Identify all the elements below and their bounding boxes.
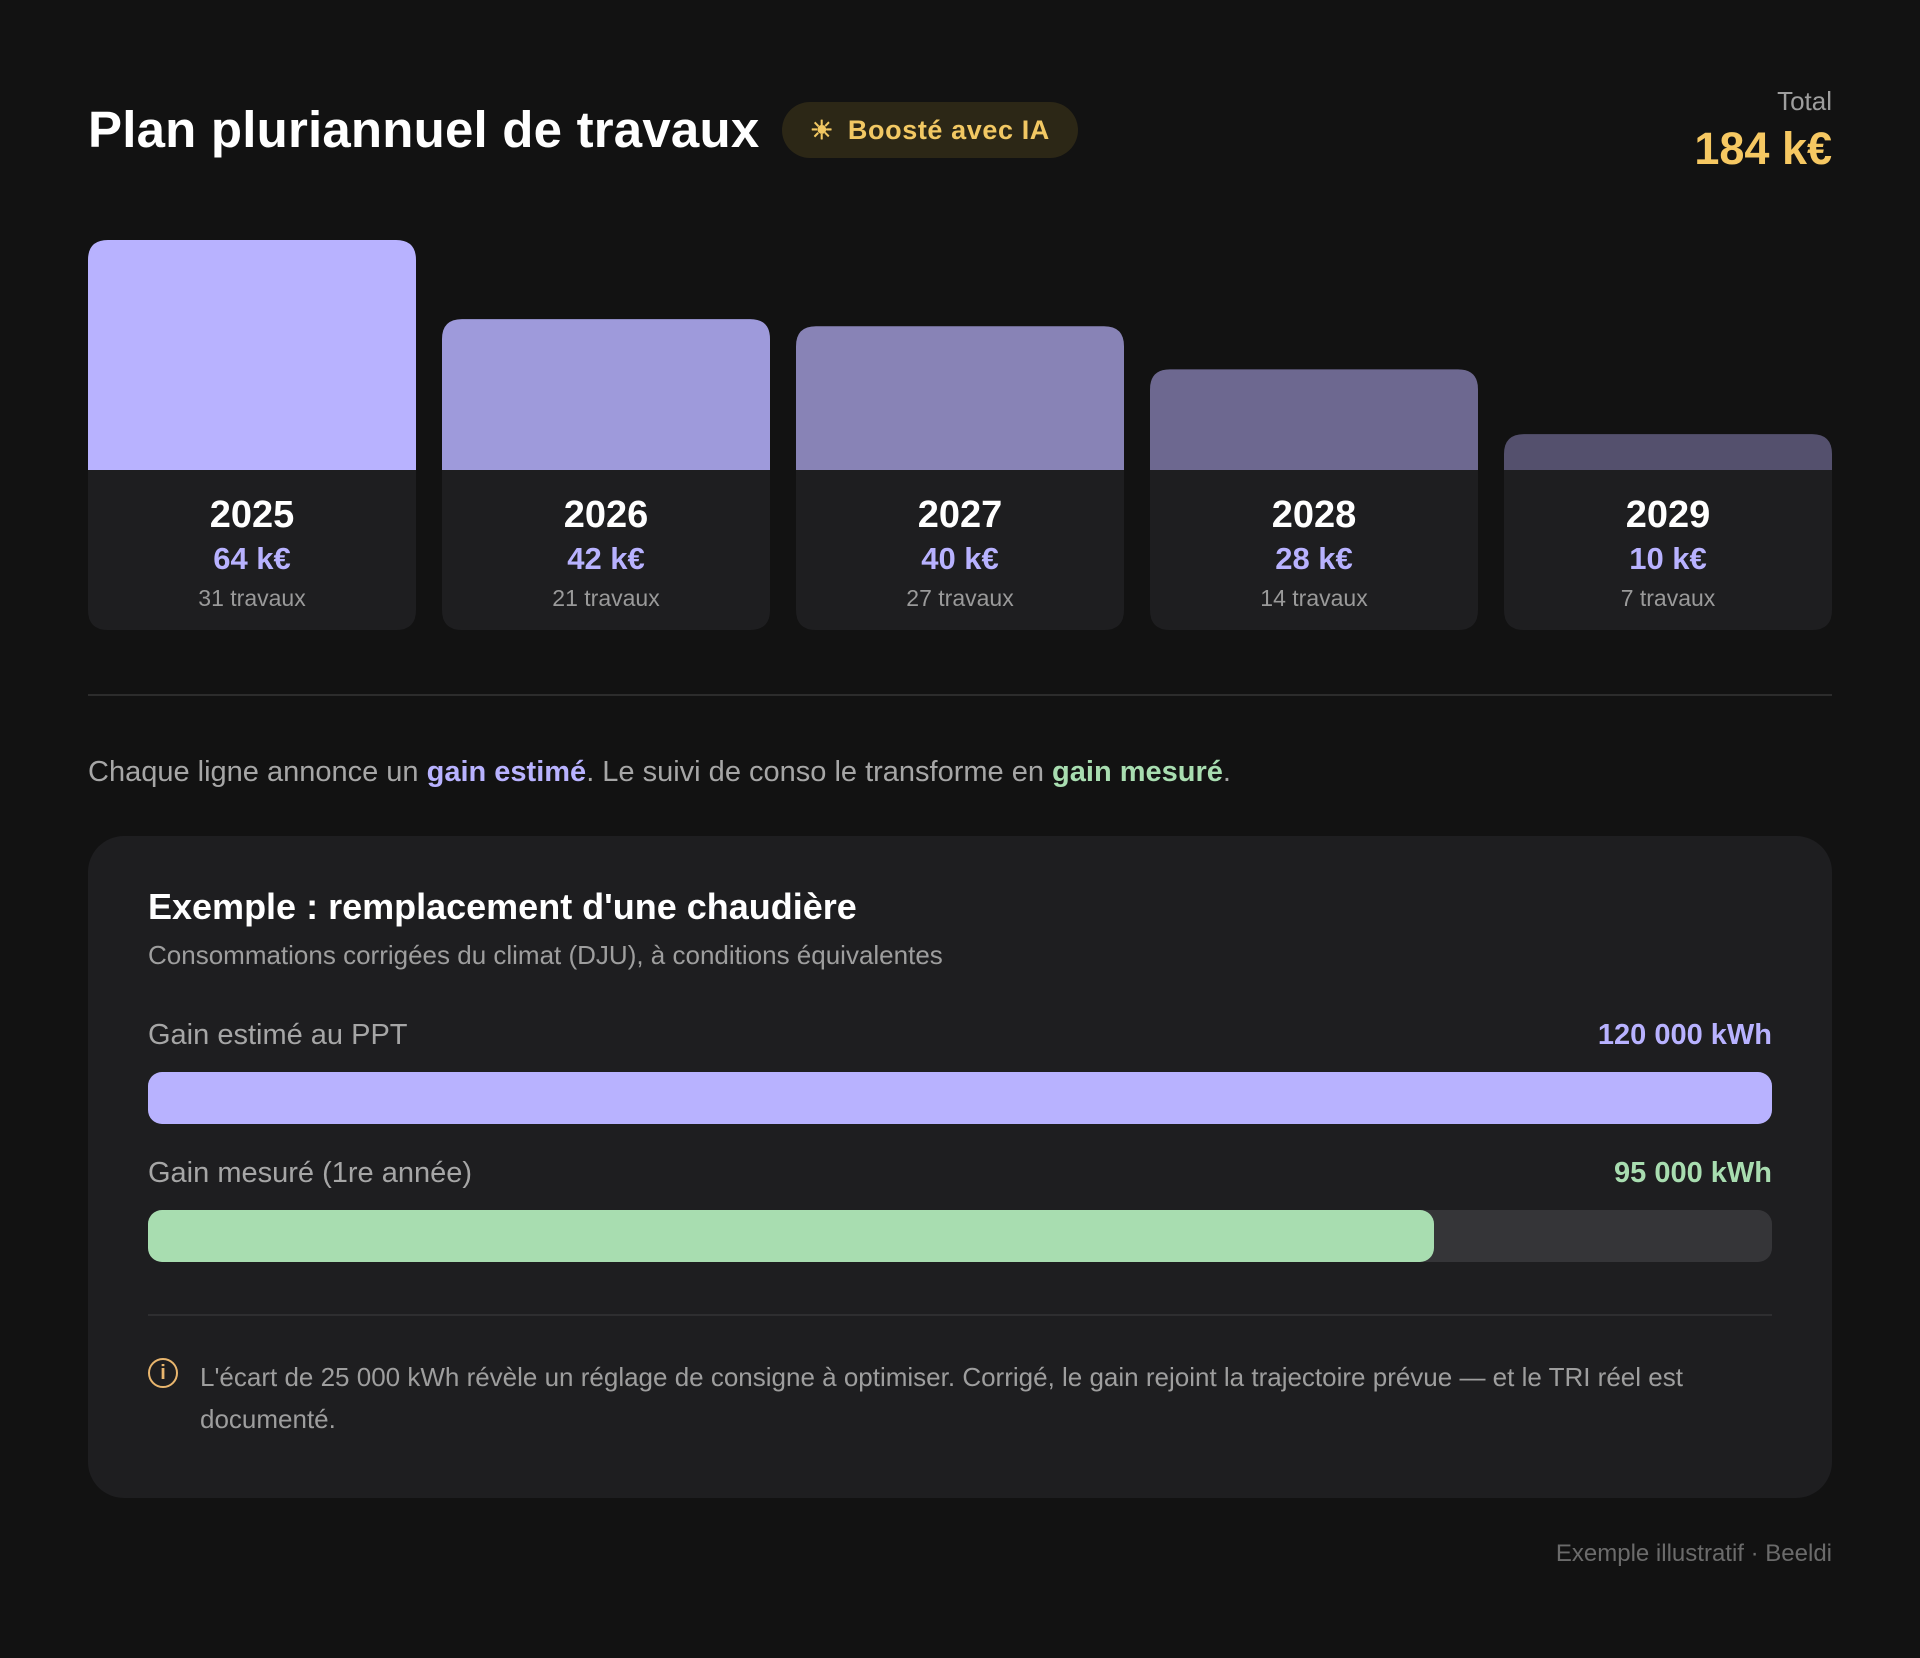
ppt-dashboard: Plan pluriannuel de travaux ☀ Boosté ave… (88, 0, 1832, 1658)
bar-column-2028: 2028 28 k€ 14 travaux (1150, 240, 1478, 630)
intro-part-1: Chaque ligne annonce un (88, 756, 427, 788)
example-subtitle: Consommations corrigées du climat (DJU),… (148, 940, 943, 970)
bar-column-2026: 2026 42 k€ 21 travaux (442, 240, 770, 630)
bar-count-label: 31 travaux (198, 585, 306, 611)
measured-gain-label: Gain mesuré (1re année) (148, 1157, 472, 1189)
measured-gain-value: 95 000 kWh (1614, 1157, 1772, 1189)
bar-column-2025: 2025 64 k€ 31 travaux (88, 240, 416, 630)
bar-column-2027: 2027 40 k€ 27 travaux (796, 240, 1124, 630)
bar-year-label: 2027 (917, 494, 1003, 536)
yearly-bar-chart: 2025 64 k€ 31 travaux 2026 42 k€ 21 travaux 20… (88, 240, 1832, 630)
bar-year-label: 2029 (1625, 494, 1711, 536)
example-title: Exemple : remplacement d'une chaudière (148, 886, 857, 927)
info-icon: i (148, 1358, 178, 1388)
page-title: Plan pluriannuel de travaux (88, 101, 760, 158)
bar-count-label: 27 travaux (906, 585, 1014, 611)
bar-info-2025: 2025 64 k€ 31 travaux (88, 472, 416, 630)
footer-credit: Exemple illustratif · Beeldi (1555, 1540, 1832, 1567)
bar-info-2027: 2027 40 k€ 27 travaux (796, 472, 1124, 630)
estimated-gain-track (148, 1072, 1772, 1124)
section-divider (88, 694, 1832, 696)
card-divider (148, 1314, 1772, 1316)
header: Plan pluriannuel de travaux ☀ Boosté ave… (88, 86, 1832, 186)
intro-gain-estime: gain estimé (426, 756, 587, 788)
bar-count-label: 14 travaux (1260, 585, 1368, 611)
total-summary: Total 184 k€ (1694, 86, 1832, 175)
bar-year-label: 2025 (209, 494, 295, 536)
example-card: Exemple : remplacement d'une chaudière C… (88, 836, 1832, 1498)
intro-part-2: . Le suivi de conso le transforme en (586, 756, 1053, 788)
total-value: 184 k€ (1694, 123, 1832, 174)
bar-info-2028: 2028 28 k€ 14 travaux (1150, 472, 1478, 630)
measured-gain-track (148, 1210, 1772, 1262)
bar-value-label: 42 k€ (567, 541, 645, 576)
ai-badge: ☀ Boosté avec IA (782, 102, 1078, 158)
bar-info-2026: 2026 42 k€ 21 travaux (442, 472, 770, 630)
intro-gain-mesure: gain mesuré (1052, 756, 1223, 788)
bar-count-label: 7 travaux (1620, 585, 1716, 611)
bar-value-label: 28 k€ (1275, 541, 1353, 576)
estimated-gain-value: 120 000 kWh (1597, 1019, 1772, 1051)
measured-gain-fill (148, 1210, 1434, 1262)
bar-value-label: 40 k€ (921, 541, 999, 576)
sun-icon: ☀ (810, 114, 834, 145)
intro-part-3: . (1222, 756, 1231, 788)
bar-year-label: 2026 (563, 494, 649, 536)
estimated-gain-label: Gain estimé au PPT (148, 1019, 408, 1051)
bar-column-2029: 2029 10 k€ 7 travaux (1504, 240, 1832, 630)
ai-badge-label: Boosté avec IA (847, 114, 1050, 145)
info-note-text: L'écart de 25 000 kWh révèle un réglage … (200, 1362, 1683, 1434)
estimated-gain-fill (148, 1072, 1772, 1124)
total-label: Total (1777, 86, 1832, 116)
bar-year-label: 2028 (1271, 494, 1357, 536)
intro-text: Chaque ligne annonce un gain estimé. Le … (88, 756, 1231, 789)
bar-info-2029: 2029 10 k€ 7 travaux (1504, 472, 1832, 630)
bar-value-label: 64 k€ (213, 541, 291, 576)
bar-value-label: 10 k€ (1629, 541, 1707, 576)
bar-count-label: 21 travaux (552, 585, 660, 611)
